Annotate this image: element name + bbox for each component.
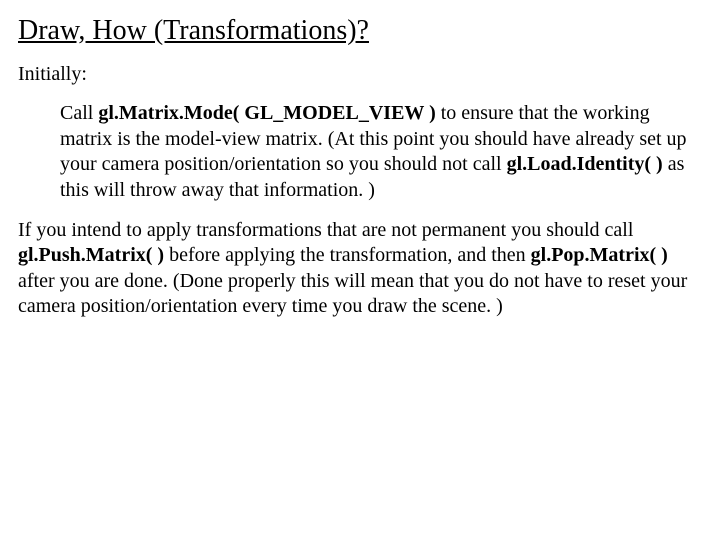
text-run: before applying the transformation, and …: [164, 244, 531, 266]
initially-label: Initially:: [18, 62, 702, 88]
code-popmatrix: gl.Pop.Matrix( ): [531, 244, 668, 266]
text-run: If you intend to apply transformations t…: [18, 219, 633, 241]
indented-paragraph: Call gl.Matrix.Mode( GL_MODEL_VIEW ) to …: [18, 101, 702, 203]
code-loadidentity: gl.Load.Identity( ): [507, 153, 663, 175]
code-pushmatrix: gl.Push.Matrix( ): [18, 244, 164, 266]
text-run: after you are done. (Done properly this …: [18, 270, 687, 318]
code-matrixmode: gl.Matrix.Mode( GL_MODEL_VIEW ): [98, 102, 435, 124]
slide-title: Draw, How (Transformations)?: [18, 14, 702, 48]
body-paragraph: If you intend to apply transformations t…: [18, 218, 702, 320]
text-run: Call: [60, 102, 98, 124]
